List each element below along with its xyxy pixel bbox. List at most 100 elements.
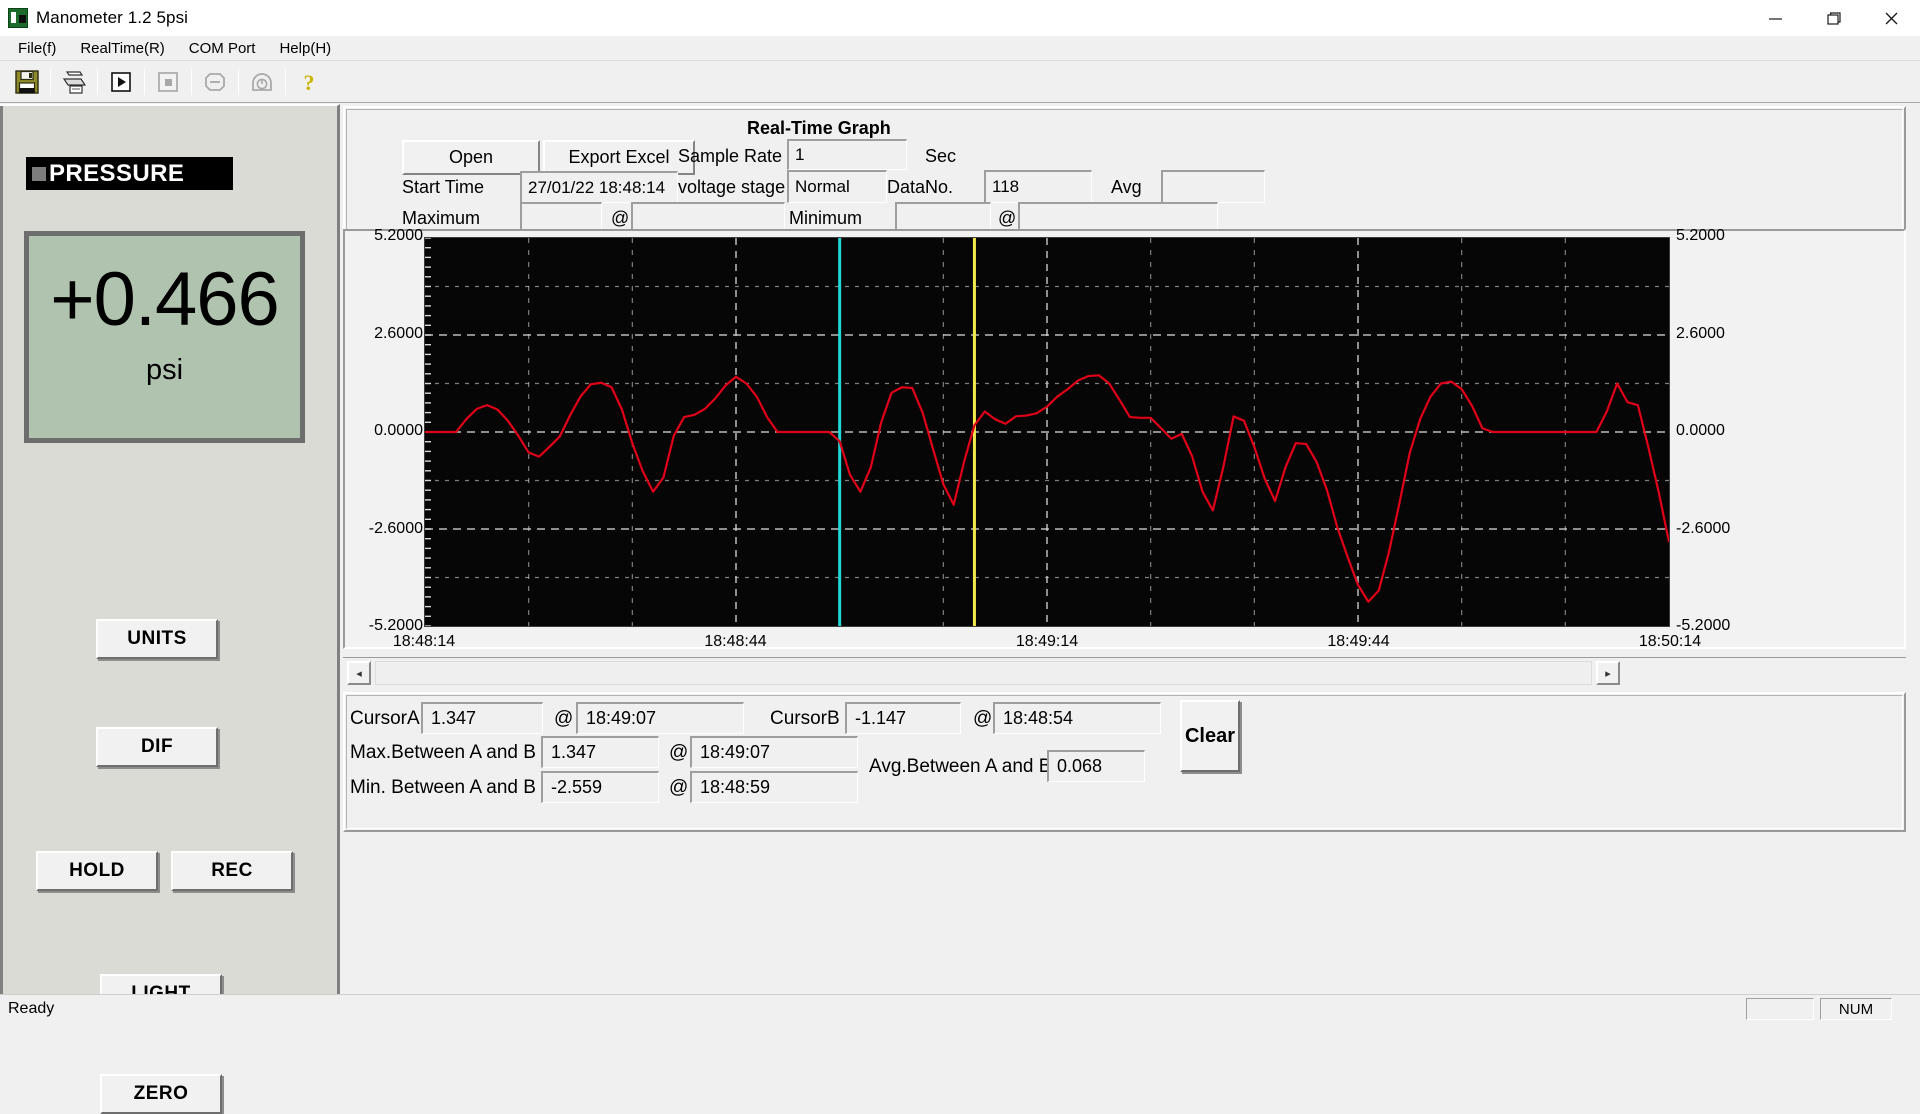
menu-item-help[interactable]: Help(H) <box>269 38 341 59</box>
menu-bar: File(f) RealTime(R) COM Port Help(H) <box>0 36 1920 61</box>
toolbar-separator <box>238 69 239 95</box>
scroll-left-arrow-icon[interactable]: ◂ <box>347 661 371 685</box>
clear-button[interactable]: Clear <box>1180 700 1240 772</box>
y-axis-tick-right: 2.6000 <box>1676 325 1756 343</box>
min-between-time-input[interactable]: 18:48:59 <box>690 771 858 803</box>
cursor-a-value-input[interactable]: 1.347 <box>421 702 543 734</box>
chart-svg <box>425 238 1669 626</box>
window-controls <box>1746 0 1920 36</box>
avg-label: Avg <box>1111 177 1142 198</box>
x-axis-tick: 18:49:14 <box>987 633 1107 651</box>
lcd-display: +0.466 psi <box>24 231 305 443</box>
avg-input[interactable] <box>1161 170 1265 203</box>
toolbar-separator <box>50 69 51 95</box>
help-icon[interactable]: ? <box>288 63 330 101</box>
avg-between-value-input[interactable]: 0.068 <box>1047 750 1145 782</box>
toolbar-separator <box>144 69 145 95</box>
sec-label: Sec <box>925 146 956 167</box>
window-title: Manometer 1.2 5psi <box>36 8 188 28</box>
cursor-b-at-symbol: @ <box>973 708 992 730</box>
scroll-right-arrow-icon[interactable]: ▸ <box>1596 661 1620 685</box>
units-button[interactable]: UNITS <box>96 619 218 659</box>
scrollbar-track[interactable] <box>375 661 1592 685</box>
pressure-value: +0.466 <box>50 262 279 338</box>
cursor-a-at-symbol: @ <box>554 708 573 730</box>
minimum-at-symbol: @ <box>998 208 1016 229</box>
hold-button[interactable]: HOLD <box>36 851 158 891</box>
sample-rate-input[interactable]: 1 <box>787 139 907 170</box>
x-axis-tick: 18:48:44 <box>676 633 796 651</box>
menu-item-realtime[interactable]: RealTime(R) <box>70 38 174 59</box>
cursor-a-label: CursorA <box>350 708 420 730</box>
graph-panel: Real-Time Graph Open Export Excel Sample… <box>343 104 1920 994</box>
main-content: PRESSURE +0.466 psi UNITS DIF HOLD REC L… <box>0 104 1920 994</box>
cursor-b-time-input[interactable]: 18:48:54 <box>993 702 1161 734</box>
toolbar-separator <box>97 69 98 95</box>
maximum-at-symbol: @ <box>611 208 629 229</box>
min-between-label: Min. Between A and B <box>350 777 536 799</box>
cursor-b-value-input[interactable]: -1.147 <box>845 702 961 734</box>
dif-button[interactable]: DIF <box>96 727 218 767</box>
datano-label: DataNo. <box>887 177 953 198</box>
mode-indicator: PRESSURE <box>26 157 233 190</box>
status-cell-1 <box>1746 998 1814 1020</box>
device-panel: PRESSURE +0.466 psi UNITS DIF HOLD REC L… <box>0 104 340 994</box>
chart-plot-area[interactable] <box>424 237 1670 627</box>
minimize-button[interactable] <box>1746 0 1804 36</box>
svg-text:?: ? <box>304 70 315 95</box>
x-axis-tick: 18:50:14 <box>1610 633 1730 651</box>
start-time-label: Start Time <box>402 177 484 198</box>
mode-label: PRESSURE <box>49 160 184 188</box>
rec-button[interactable]: REC <box>171 851 293 891</box>
status-bar: Ready NUM <box>0 994 1920 1022</box>
y-axis-tick-right: 0.0000 <box>1676 422 1756 440</box>
minimum-label: Minimum <box>789 208 862 229</box>
panel-title: Real-Time Graph <box>747 118 891 139</box>
print-icon[interactable] <box>53 63 95 101</box>
open-button[interactable]: Open <box>402 140 540 175</box>
avg-between-label: Avg.Between A and B <box>869 756 1051 778</box>
title-bar: Manometer 1.2 5psi <box>0 0 1920 36</box>
menu-item-comport[interactable]: COM Port <box>179 38 266 59</box>
pressure-unit: psi <box>146 354 183 387</box>
max-at-symbol: @ <box>669 742 688 764</box>
menu-item-file[interactable]: File(f) <box>8 38 66 59</box>
close-button[interactable] <box>1862 0 1920 36</box>
zero-button[interactable]: ZERO <box>100 1074 222 1114</box>
cursor-b-label: CursorB <box>770 708 840 730</box>
chart-horizontal-scrollbar[interactable]: ◂ ▸ <box>343 657 1906 687</box>
cursor-measurement-group: CursorA 1.347 @ 18:49:07 CursorB -1.147 … <box>343 692 1906 832</box>
save-icon[interactable] <box>6 63 48 101</box>
mode-square-icon <box>32 167 46 181</box>
datano-input[interactable]: 118 <box>984 170 1092 203</box>
minus-circle-icon[interactable] <box>194 63 236 101</box>
toolbar: ? <box>0 61 1920 103</box>
play-icon[interactable] <box>100 63 142 101</box>
toolbar-separator <box>191 69 192 95</box>
status-cell-num: NUM <box>1820 998 1892 1020</box>
maximize-button[interactable] <box>1804 0 1862 36</box>
toolbar-separator <box>285 69 286 95</box>
voltage-stage-label: voltage stage <box>678 177 785 198</box>
min-at-symbol: @ <box>669 777 688 799</box>
app-icon <box>8 8 28 28</box>
y-axis-tick-left: 0.0000 <box>345 422 423 440</box>
chart-container: 5.20005.20002.60002.60000.00000.0000-2.6… <box>343 229 1906 649</box>
x-axis-tick: 18:48:14 <box>364 633 484 651</box>
min-between-value-input[interactable]: -2.559 <box>541 771 659 803</box>
status-text: Ready <box>8 1000 54 1018</box>
max-between-time-input[interactable]: 18:49:07 <box>690 736 858 768</box>
x-axis-tick: 18:49:44 <box>1299 633 1419 651</box>
stop-icon[interactable] <box>147 63 189 101</box>
maximum-label: Maximum <box>402 208 480 229</box>
y-axis-tick-left: -2.6000 <box>345 520 423 538</box>
y-axis-tick-right: -2.6000 <box>1676 520 1756 538</box>
cursor-a-time-input[interactable]: 18:49:07 <box>576 702 744 734</box>
start-time-input[interactable]: 27/01/22 18:48:14 <box>520 171 678 203</box>
y-axis-tick-left: 5.2000 <box>345 227 423 245</box>
max-between-value-input[interactable]: 1.347 <box>541 736 659 768</box>
voltage-stage-input[interactable]: Normal <box>787 170 887 203</box>
max-between-label: Max.Between A and B <box>350 742 536 764</box>
gauge-icon[interactable] <box>241 63 283 101</box>
export-excel-button[interactable]: Export Excel <box>543 140 695 175</box>
